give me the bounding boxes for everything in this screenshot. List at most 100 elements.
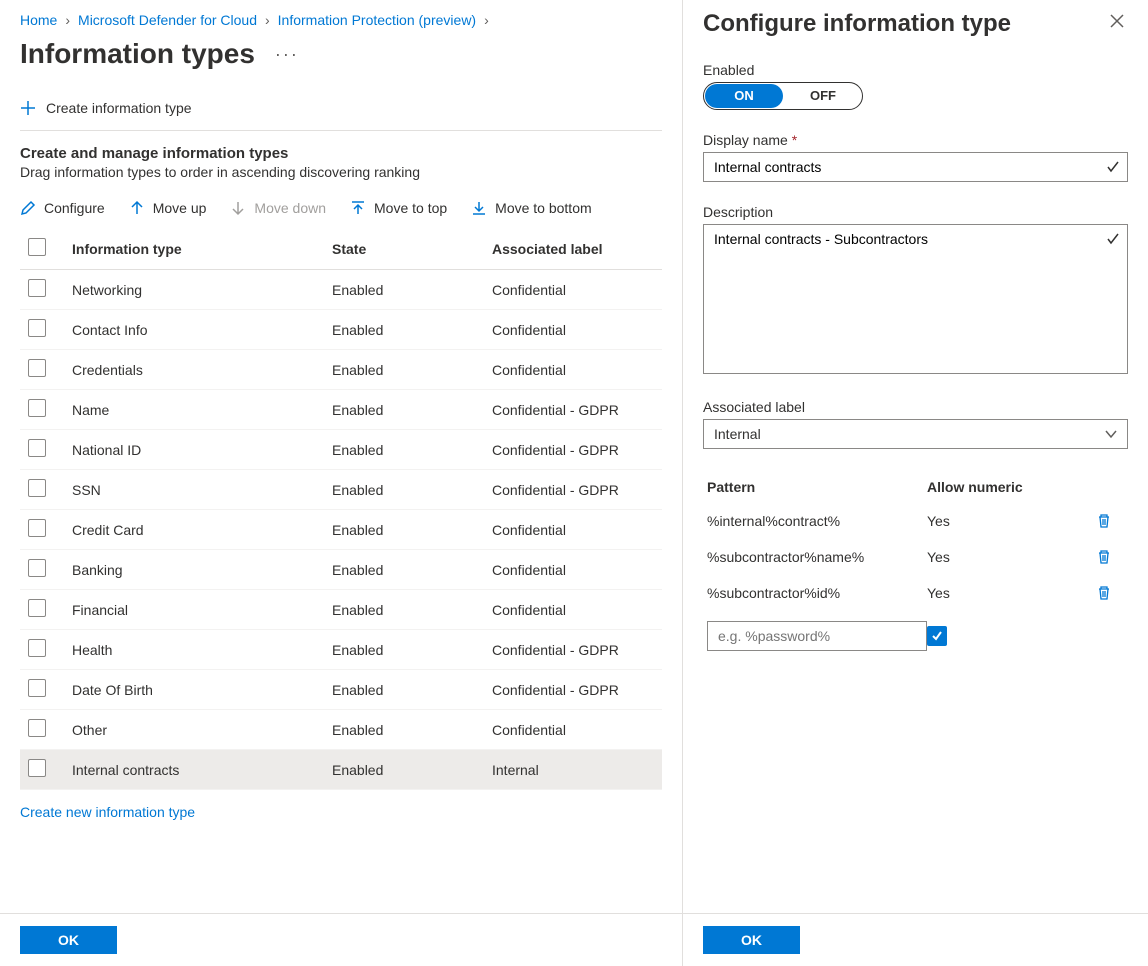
table-row[interactable]: BankingEnabledConfidential — [20, 550, 662, 590]
create-information-type-button[interactable]: Create information type — [20, 96, 662, 120]
row-label: Confidential — [484, 350, 662, 390]
column-information-type[interactable]: Information type — [64, 228, 324, 270]
row-name: Name — [64, 390, 324, 430]
create-new-info-type-link[interactable]: Create new information type — [20, 804, 662, 820]
row-label: Confidential - GDPR — [484, 470, 662, 510]
row-name: Financial — [64, 590, 324, 630]
delete-icon[interactable] — [1096, 585, 1124, 601]
row-checkbox[interactable] — [28, 759, 46, 777]
associated-label-select[interactable]: Internal — [703, 419, 1128, 449]
select-all-checkbox[interactable] — [28, 238, 46, 256]
table-row[interactable]: CredentialsEnabledConfidential — [20, 350, 662, 390]
table-row[interactable]: NetworkingEnabledConfidential — [20, 270, 662, 310]
move-to-top-button[interactable]: Move to top — [350, 200, 447, 216]
row-checkbox[interactable] — [28, 279, 46, 297]
panel-ok-button[interactable]: OK — [703, 926, 800, 954]
pattern-table-header: Pattern Allow numeric — [703, 471, 1128, 503]
row-state: Enabled — [324, 430, 484, 470]
breadcrumb-defender[interactable]: Microsoft Defender for Cloud — [78, 12, 257, 28]
row-name: Health — [64, 630, 324, 670]
checkmark-icon — [1106, 160, 1120, 174]
row-name: Date Of Birth — [64, 670, 324, 710]
close-icon[interactable] — [1106, 10, 1128, 32]
row-label: Confidential — [484, 550, 662, 590]
description-textarea[interactable] — [703, 224, 1128, 374]
pattern-row: %subcontractor%id%Yes — [703, 575, 1128, 611]
row-state: Enabled — [324, 750, 484, 790]
row-name: Other — [64, 710, 324, 750]
row-checkbox[interactable] — [28, 559, 46, 577]
row-checkbox[interactable] — [28, 679, 46, 697]
row-checkbox[interactable] — [28, 359, 46, 377]
divider — [20, 130, 662, 131]
pattern-row: %subcontractor%name%Yes — [703, 539, 1128, 575]
row-name: SSN — [64, 470, 324, 510]
enabled-toggle[interactable]: ON OFF — [703, 82, 863, 110]
row-state: Enabled — [324, 630, 484, 670]
row-name: Networking — [64, 270, 324, 310]
configure-button[interactable]: Configure — [20, 200, 105, 216]
page-title: Information types — [20, 38, 255, 70]
row-state: Enabled — [324, 310, 484, 350]
ok-button[interactable]: OK — [20, 926, 117, 954]
arrow-up-icon — [129, 200, 145, 216]
panel-title: Configure information type — [703, 10, 1011, 38]
more-menu-icon[interactable]: ··· — [271, 40, 303, 69]
pencil-icon — [20, 200, 36, 216]
breadcrumb-info-protection[interactable]: Information Protection (preview) — [278, 12, 476, 28]
row-state: Enabled — [324, 550, 484, 590]
table-row[interactable]: FinancialEnabledConfidential — [20, 590, 662, 630]
table-row[interactable]: Internal contractsEnabledInternal — [20, 750, 662, 790]
row-checkbox[interactable] — [28, 399, 46, 417]
row-label: Confidential — [484, 270, 662, 310]
row-state: Enabled — [324, 670, 484, 710]
row-checkbox[interactable] — [28, 639, 46, 657]
chevron-right-icon: › — [265, 12, 270, 28]
allow-numeric-value: Yes — [927, 549, 1096, 565]
breadcrumb: Home › Microsoft Defender for Cloud › In… — [20, 12, 662, 28]
breadcrumb-home[interactable]: Home — [20, 12, 57, 28]
panel-footer: OK — [683, 913, 1148, 966]
display-name-input[interactable] — [703, 152, 1128, 182]
column-associated-label[interactable]: Associated label — [484, 228, 662, 270]
new-pattern-input[interactable] — [707, 621, 927, 651]
table-row[interactable]: National IDEnabledConfidential - GDPR — [20, 430, 662, 470]
row-label: Confidential — [484, 510, 662, 550]
delete-icon[interactable] — [1096, 513, 1124, 529]
row-label: Confidential - GDPR — [484, 430, 662, 470]
chevron-down-icon — [1105, 428, 1117, 440]
row-checkbox[interactable] — [28, 719, 46, 737]
row-checkbox[interactable] — [28, 479, 46, 497]
row-checkbox[interactable] — [28, 319, 46, 337]
required-asterisk: * — [792, 132, 797, 148]
column-state[interactable]: State — [324, 228, 484, 270]
row-label: Internal — [484, 750, 662, 790]
row-checkbox[interactable] — [28, 599, 46, 617]
pattern-row: %internal%contract%Yes — [703, 503, 1128, 539]
table-row[interactable]: OtherEnabledConfidential — [20, 710, 662, 750]
delete-icon[interactable] — [1096, 549, 1124, 565]
row-checkbox[interactable] — [28, 519, 46, 537]
arrow-bottom-icon — [471, 200, 487, 216]
row-state: Enabled — [324, 270, 484, 310]
table-toolbar: Configure Move up Move down Move to top — [20, 200, 662, 216]
allow-numeric-checkbox[interactable] — [927, 626, 947, 646]
new-pattern-row — [703, 611, 1128, 661]
checkmark-icon — [1106, 232, 1120, 246]
display-name-label: Display name * — [703, 132, 1128, 148]
row-state: Enabled — [324, 470, 484, 510]
row-name: Credit Card — [64, 510, 324, 550]
move-to-bottom-button[interactable]: Move to bottom — [471, 200, 592, 216]
table-row[interactable]: Contact InfoEnabledConfidential — [20, 310, 662, 350]
table-row[interactable]: SSNEnabledConfidential - GDPR — [20, 470, 662, 510]
left-footer: OK — [0, 913, 682, 966]
move-up-button[interactable]: Move up — [129, 200, 207, 216]
table-row[interactable]: NameEnabledConfidential - GDPR — [20, 390, 662, 430]
table-row[interactable]: Date Of BirthEnabledConfidential - GDPR — [20, 670, 662, 710]
table-row[interactable]: Credit CardEnabledConfidential — [20, 510, 662, 550]
description-label: Description — [703, 204, 1128, 220]
column-allow-numeric: Allow numeric — [927, 479, 1096, 495]
table-row[interactable]: HealthEnabledConfidential - GDPR — [20, 630, 662, 670]
toggle-on-segment: ON — [705, 84, 783, 108]
row-checkbox[interactable] — [28, 439, 46, 457]
